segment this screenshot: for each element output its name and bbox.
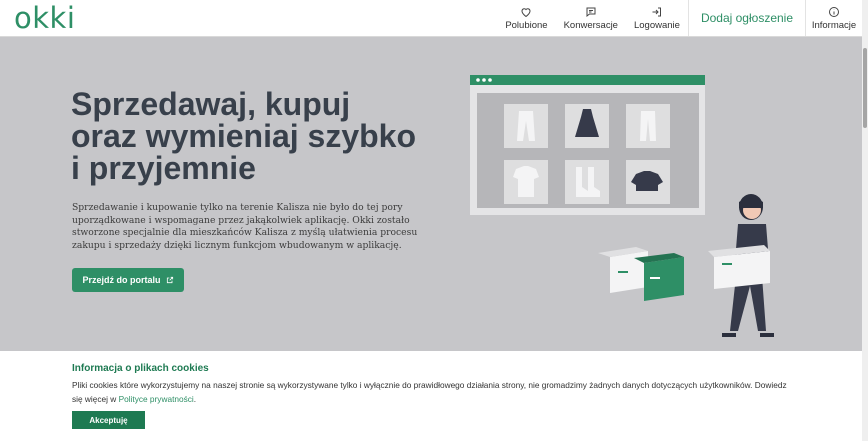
page-scrollbar[interactable] bbox=[862, 0, 868, 441]
scrollbar-thumb[interactable] bbox=[863, 48, 867, 128]
nav-conversations[interactable]: Konwersacje bbox=[556, 0, 626, 36]
cookie-banner: Informacja o plikach cookies Pliki cooki… bbox=[0, 351, 862, 441]
chat-icon bbox=[586, 7, 596, 17]
nav-favorites[interactable]: Polubione bbox=[497, 0, 555, 36]
hero-title-line: Sprzedawaj, kupuj bbox=[71, 86, 351, 122]
hero-title: Sprzedawaj, kupuj oraz wymieniaj szybko … bbox=[71, 88, 431, 184]
privacy-policy-link[interactable]: Polityce prywatności bbox=[119, 394, 194, 404]
cookie-title: Informacja o plikach cookies bbox=[72, 363, 209, 374]
nav-info-label: Informacje bbox=[811, 19, 857, 31]
nav-favorites-label: Polubione bbox=[505, 19, 548, 31]
nav-login-label: Logowanie bbox=[633, 19, 680, 31]
go-to-portal-label: Przejdź do portalu bbox=[82, 275, 161, 285]
login-icon bbox=[652, 7, 661, 16]
nav-conversations-label: Konwersacje bbox=[563, 19, 618, 31]
hero-title-line: oraz wymieniaj szybko bbox=[71, 118, 417, 154]
top-navbar: okki Polubione Konwersacje Logowanie Dod… bbox=[0, 0, 862, 37]
external-link-icon bbox=[166, 276, 173, 284]
hero-title-line: i przyjemnie bbox=[71, 150, 256, 186]
add-listing-button[interactable]: Dodaj ogłoszenie bbox=[687, 0, 806, 36]
info-icon bbox=[829, 6, 839, 17]
accept-cookies-button[interactable]: Akceptuję bbox=[72, 411, 145, 429]
shopping-illustration bbox=[470, 75, 774, 337]
hero-description: Sprzedawanie i kupowanie tylko na tereni… bbox=[72, 202, 418, 251]
hero-section: Sprzedawaj, kupuj oraz wymieniaj szybko … bbox=[0, 37, 862, 351]
main-nav: Polubione Konwersacje Logowanie Dodaj og… bbox=[497, 0, 862, 36]
nav-login[interactable]: Logowanie bbox=[626, 0, 688, 36]
cookie-text: Pliki cookies które wykorzystujemy na na… bbox=[72, 379, 792, 406]
go-to-portal-button[interactable]: Przejdź do portalu bbox=[72, 268, 184, 292]
cookie-text-end: . bbox=[193, 393, 197, 404]
heart-icon bbox=[521, 7, 531, 17]
okki-logo[interactable]: okki bbox=[14, 2, 75, 34]
nav-info[interactable]: Informacje bbox=[806, 0, 862, 36]
